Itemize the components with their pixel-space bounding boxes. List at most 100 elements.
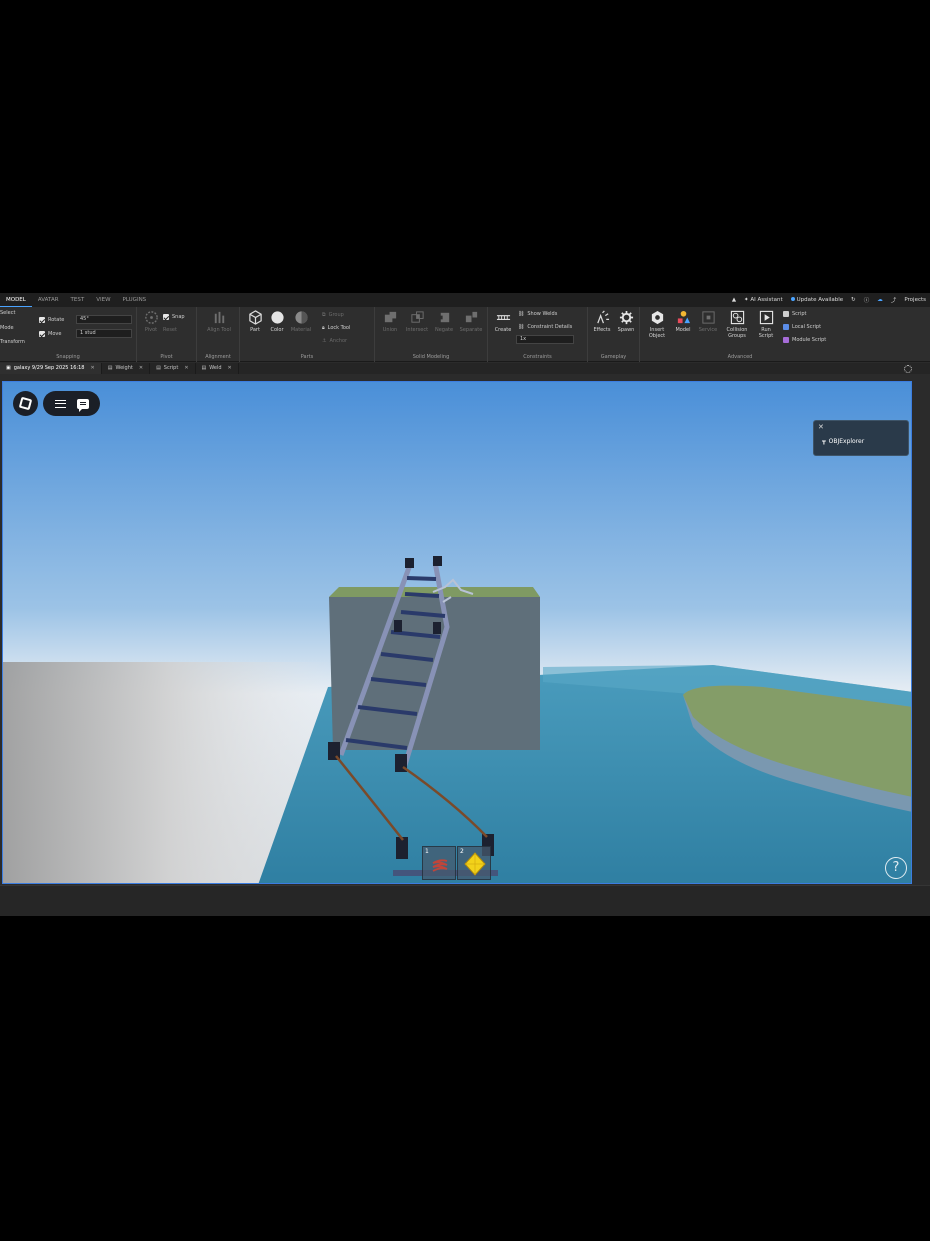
anchor-button[interactable]: ⚓︎ Anchor [322, 338, 347, 344]
separate-button[interactable]: Separate [458, 310, 484, 333]
tab-model[interactable]: MODEL [0, 293, 32, 307]
part-cube-icon [248, 310, 262, 325]
rotate-checkbox[interactable]: Rotate [39, 317, 64, 323]
object-explorer-popup: ✕ ┳ OBJExplorer [813, 420, 909, 456]
doc-tab-place[interactable]: ▣ galaxy 9/29 Sep 2025 16:18 ✕ [0, 363, 102, 374]
constraint-details-label: Constraint Details [527, 324, 573, 330]
move-increment-field[interactable]: 1 stud [76, 329, 132, 338]
alignment-title: Alignment [205, 354, 231, 360]
collision-groups-label: Collision Groups [726, 327, 748, 339]
align-icon [214, 311, 224, 324]
run-script-button[interactable]: Run Script [754, 310, 778, 339]
spawn-button[interactable]: Spawn [614, 310, 638, 333]
union-button[interactable]: Union [378, 310, 402, 333]
script-icon [783, 311, 789, 317]
collision-groups-button[interactable]: Collision Groups [722, 310, 752, 339]
spawn-gear-icon [619, 310, 633, 325]
doc-tab-script[interactable]: ▤ Script ✕ [150, 363, 196, 374]
intersect-button[interactable]: Intersect [404, 310, 430, 333]
color-label: Color [270, 327, 284, 333]
roblox-menu-button[interactable] [13, 391, 38, 416]
pivot-button[interactable]: Pivot [141, 310, 161, 333]
share-icon[interactable]: ⤴ [891, 296, 897, 304]
reset-pivot-button[interactable]: Reset [163, 327, 177, 333]
move-checkbox[interactable]: Move [39, 331, 61, 337]
mode-text: Mode [0, 325, 14, 331]
constraint-details-toggle[interactable]: ⛓ Constraint Details [518, 324, 572, 330]
rotate-increment-field[interactable]: 45° [76, 315, 132, 324]
doc-tab-label: Weld [209, 365, 222, 371]
hotbar-slot-2[interactable]: 2 [457, 846, 491, 880]
close-icon[interactable]: ✕ [91, 363, 95, 374]
show-welds-toggle[interactable]: ⛓ Show Welds [518, 311, 557, 317]
intersect-label: Intersect [405, 327, 429, 333]
hotbar-slot-1[interactable]: 1 [422, 846, 456, 880]
game-viewport[interactable]: ✕ ┳ OBJExplorer 1 2 ? [2, 381, 912, 884]
details-icon: ⛓ [518, 324, 525, 330]
project-menu[interactable]: Projects [904, 297, 926, 303]
script-button[interactable]: Script [783, 311, 807, 317]
parts-title: Parts [300, 354, 314, 360]
negate-button[interactable]: Negate [432, 310, 456, 333]
slot-number: 1 [425, 848, 429, 855]
color-button[interactable]: Color [267, 310, 287, 333]
move-label: Move [48, 331, 62, 337]
transform-label: Transform [0, 339, 25, 345]
checkbox-icon [39, 331, 45, 337]
tab-test[interactable]: TEST [65, 293, 91, 307]
insert-object-button[interactable]: Insert Object [644, 310, 670, 339]
run-script-label: Run Script [758, 327, 774, 339]
cloud-icon[interactable]: ☁ [877, 297, 883, 303]
align-tool-button[interactable]: Align Tool [207, 310, 231, 333]
right-side-panel-strip [913, 374, 930, 886]
collision-groups-icon [730, 310, 744, 325]
select-mode-dropdown[interactable]: Select [0, 310, 15, 316]
close-icon[interactable]: ✕ [139, 363, 143, 374]
color-icon [270, 311, 284, 324]
close-icon[interactable]: ✕ [228, 363, 232, 374]
create-constraint-button[interactable]: Create [491, 310, 515, 333]
group-button[interactable]: ⧉ Group [322, 312, 344, 318]
service-button[interactable]: Service [696, 310, 720, 333]
constraint-scale-field[interactable]: 1x [516, 335, 574, 344]
tab-view[interactable]: VIEW [90, 293, 116, 307]
part-button[interactable]: Part [245, 310, 265, 333]
spawn-label: Spawn [617, 327, 635, 333]
separate-icon [465, 311, 477, 323]
doc-tab-weld[interactable]: ▤ Weld ✕ [196, 363, 239, 374]
help-icon[interactable]: ⓘ [864, 296, 870, 304]
lock-tool-button[interactable]: 🔒︎ Lock Tool [322, 325, 350, 331]
solid-modeling-title: Solid Modeling [412, 354, 450, 360]
model-button[interactable]: Model [672, 310, 694, 333]
pivot-icon [144, 311, 158, 324]
separate-label: Separate [459, 327, 483, 333]
popup-entry[interactable]: ┳ OBJExplorer [822, 438, 864, 445]
chat-icon[interactable] [76, 398, 89, 412]
doc-tab-label: galaxy 9/29 Sep 2025 16:18 [13, 365, 85, 371]
ai-assistant-button[interactable]: ✦ AI Assistant [744, 297, 783, 303]
tab-plugins[interactable]: PLUGINS [117, 293, 153, 307]
collapse-icon[interactable]: ▲ [732, 297, 736, 303]
weld-icon: ⛓ [518, 311, 525, 317]
doc-tab-weight[interactable]: ▤ Weight ✕ [102, 363, 151, 374]
effects-button[interactable]: Effects [590, 310, 614, 333]
union-icon [384, 311, 396, 323]
hamburger-menu-icon[interactable] [54, 399, 66, 408]
pivot-title: Pivot [160, 354, 173, 360]
module-script-button[interactable]: Module Script [783, 337, 826, 343]
snap-pivot-checkbox[interactable]: Snap [163, 314, 185, 320]
roblox-logo-icon [18, 396, 33, 411]
local-script-button[interactable]: Local Script [783, 324, 821, 330]
constraints-group: Create ⛓ Show Welds ⛓ Constraint Details 1… [488, 307, 588, 362]
help-button[interactable]: ? [885, 857, 907, 879]
insert-object-icon [651, 310, 663, 325]
close-icon[interactable]: ✕ [184, 363, 188, 374]
material-button[interactable]: Material [289, 310, 313, 333]
update-available-button[interactable]: Update Available [790, 297, 843, 303]
refresh-icon[interactable]: ↻ [851, 297, 856, 303]
insert-object-label: Insert Object [648, 327, 666, 339]
close-icon[interactable]: ✕ [818, 423, 824, 431]
viewport-settings-gear-icon[interactable] [904, 364, 912, 373]
snap-label: Snap [172, 314, 185, 320]
tab-avatar[interactable]: AVATAR [32, 293, 65, 307]
